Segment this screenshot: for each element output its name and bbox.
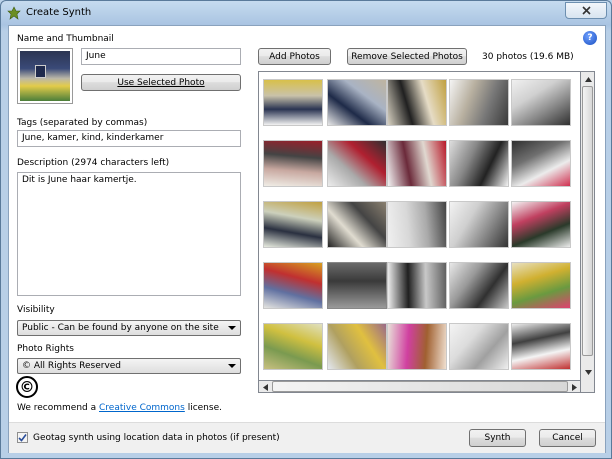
photo-thumbnail[interactable] [449, 262, 509, 309]
window-title: Create Synth [26, 7, 92, 18]
tags-input[interactable]: June, kamer, kind, kinderkamer [17, 130, 241, 147]
photo-thumbnail[interactable] [511, 323, 571, 370]
copyright-symbol-icon: © [16, 376, 38, 398]
photo-thumbnail[interactable] [449, 323, 509, 370]
remove-selected-photos-button[interactable]: Remove Selected Photos [347, 48, 467, 65]
remove-selected-label: Remove Selected Photos [351, 51, 463, 62]
thumbnail-preview [17, 48, 73, 104]
visibility-value: Public - Can be found by anyone on the s… [22, 323, 219, 333]
use-selected-photo-button[interactable]: Use Selected Photo [81, 74, 241, 91]
title-bar[interactable]: Create Synth [1, 1, 611, 25]
visibility-label: Visibility [17, 305, 55, 315]
photo-thumbnail[interactable] [511, 140, 571, 187]
geotag-checkbox[interactable] [17, 432, 28, 443]
photo-count: 30 photos (19.6 MB) [482, 52, 574, 62]
close-button[interactable] [565, 2, 607, 19]
scroll-left-icon[interactable] [259, 381, 271, 393]
use-selected-photo-label: Use Selected Photo [117, 77, 205, 88]
description-label: Description (2974 characters left) [17, 158, 170, 168]
photo-rights-value: © All Rights Reserved [22, 361, 122, 371]
name-thumbnail-label: Name and Thumbnail [17, 34, 114, 44]
description-textarea[interactable]: Dit is June haar kamertje. [17, 172, 241, 296]
photo-thumbnail[interactable] [327, 201, 387, 248]
synth-button-label: Synth [484, 433, 511, 443]
photo-thumbnail[interactable] [511, 201, 571, 248]
close-icon [581, 6, 591, 15]
geotag-label: Geotag synth using location data in phot… [33, 433, 280, 443]
copyright-glyph: © [19, 378, 35, 396]
photo-thumbnail[interactable] [263, 79, 323, 126]
create-synth-window: Create Synth Name and Thumbnail June Use… [0, 0, 612, 459]
photo-thumbnail[interactable] [387, 323, 447, 370]
chevron-down-icon [228, 326, 236, 330]
scroll-right-icon[interactable] [568, 381, 580, 393]
checkmark-icon [18, 434, 27, 442]
photo-thumbnail[interactable] [387, 140, 447, 187]
vertical-scrollbar[interactable] [581, 71, 595, 393]
photo-thumbnail[interactable] [263, 201, 323, 248]
visibility-select[interactable]: Public - Can be found by anyone on the s… [17, 320, 241, 336]
photo-thumbnail[interactable] [263, 140, 323, 187]
help-icon[interactable]: ? [583, 31, 597, 45]
horizontal-scrollbar[interactable] [258, 380, 581, 393]
photo-thumbnail[interactable] [327, 79, 387, 126]
synth-button[interactable]: Synth [469, 429, 526, 447]
photo-rights-label: Photo Rights [17, 344, 74, 354]
photo-thumbnail[interactable] [449, 79, 509, 126]
add-photos-button[interactable]: Add Photos [258, 48, 331, 65]
scroll-down-icon[interactable] [582, 366, 594, 378]
cancel-button-label: Cancel [552, 433, 583, 443]
photo-thumbnail[interactable] [327, 323, 387, 370]
dialog-footer: Geotag synth using location data in phot… [9, 422, 605, 453]
recommend-suffix: license. [184, 403, 222, 413]
synth-name-input[interactable]: June [81, 48, 241, 65]
cancel-button[interactable]: Cancel [539, 429, 596, 447]
photo-thumbnail[interactable] [387, 262, 447, 309]
vertical-scroll-thumb[interactable] [582, 86, 593, 356]
photo-thumbnail[interactable] [327, 262, 387, 309]
photo-thumbnail[interactable] [263, 323, 323, 370]
horizontal-scroll-thumb[interactable] [272, 381, 568, 392]
dialog-body: Name and Thumbnail June Use Selected Pho… [8, 25, 606, 453]
scroll-up-icon[interactable] [582, 73, 594, 85]
photo-thumbnail[interactable] [449, 140, 509, 187]
chevron-down-icon [228, 364, 236, 368]
thumbnail-image [20, 51, 70, 101]
cc-recommendation: We recommend a Creative Commons license. [17, 403, 222, 413]
photo-thumbnail[interactable] [327, 140, 387, 187]
photo-thumbnail[interactable] [387, 79, 447, 126]
photo-rights-select[interactable]: © All Rights Reserved [17, 358, 241, 374]
tags-label: Tags (separated by commas) [17, 118, 148, 128]
photo-thumbnail[interactable] [263, 262, 323, 309]
add-photos-label: Add Photos [269, 51, 320, 62]
creative-commons-link[interactable]: Creative Commons [99, 403, 185, 413]
photo-grid[interactable] [258, 71, 581, 393]
synth-app-icon [7, 6, 21, 20]
photo-thumbnail[interactable] [511, 262, 571, 309]
photo-thumbnail[interactable] [449, 201, 509, 248]
photo-thumbnail[interactable] [511, 79, 571, 126]
photo-thumbnail[interactable] [387, 201, 447, 248]
recommend-prefix: We recommend a [17, 403, 99, 413]
